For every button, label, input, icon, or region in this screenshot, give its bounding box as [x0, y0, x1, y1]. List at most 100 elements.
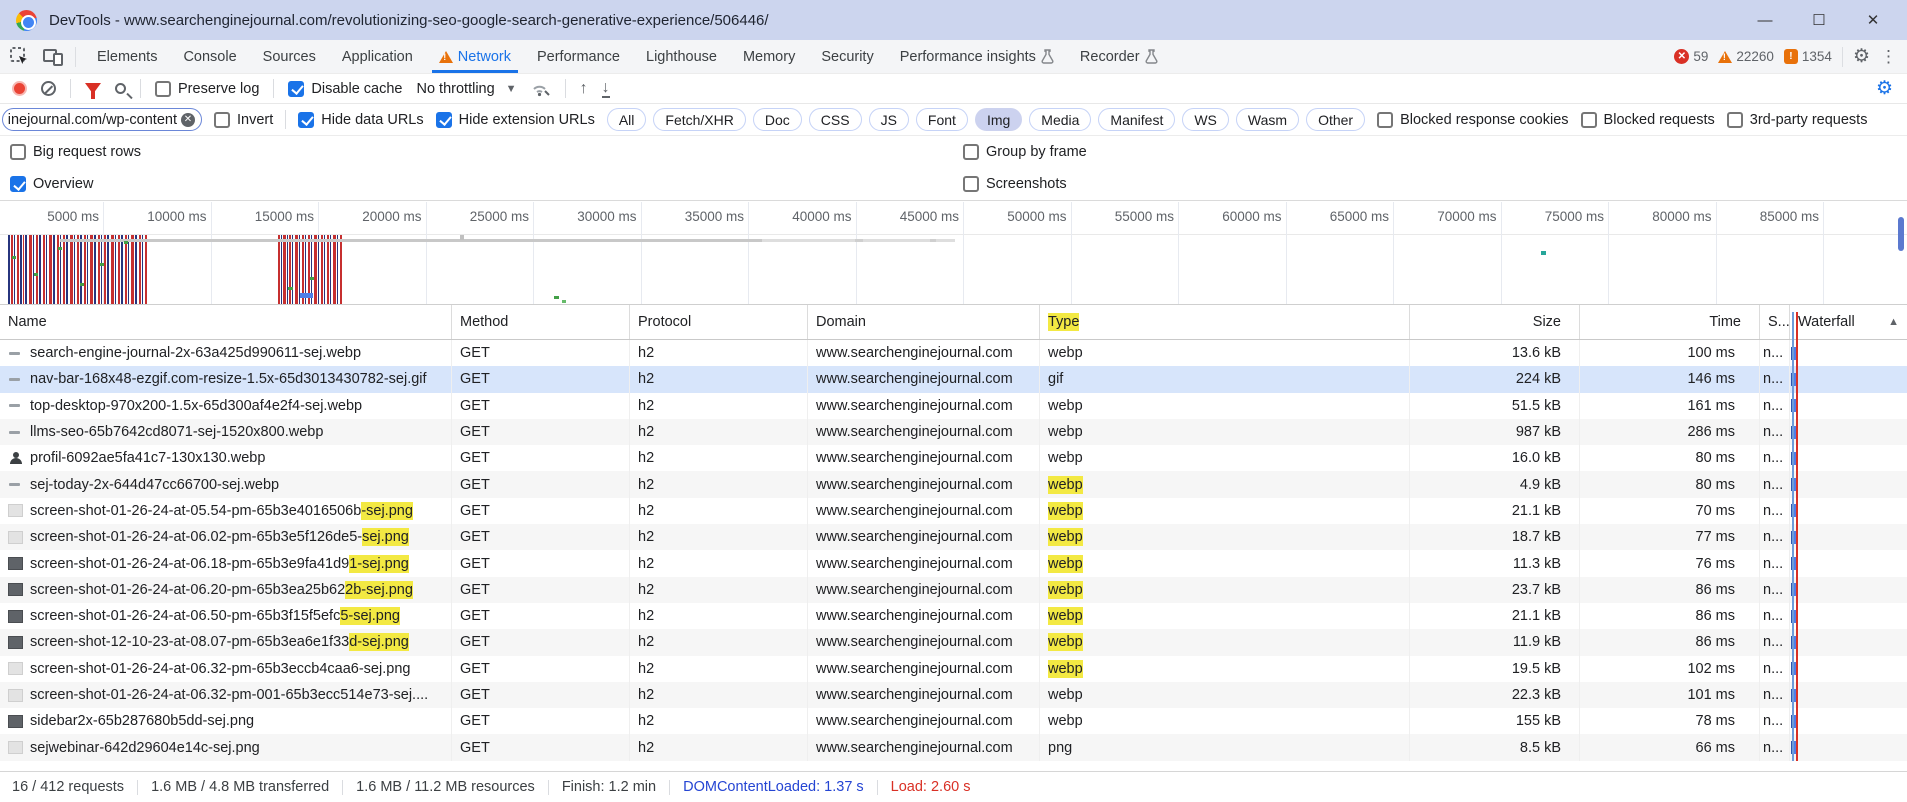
column-header-method[interactable]: Method [452, 305, 630, 339]
filter-chip-fetch-xhr[interactable]: Fetch/XHR [653, 108, 746, 131]
import-har-icon[interactable]: ↑ [580, 80, 588, 97]
column-header-s[interactable]: S... [1760, 305, 1790, 339]
request-row[interactable]: screen-shot-01-26-24-at-05.54-pm-65b3e40… [0, 497, 1907, 525]
filter-chip-ws[interactable]: WS [1182, 108, 1229, 131]
network-conditions-icon[interactable] [531, 81, 551, 97]
column-header-type[interactable]: Type [1040, 305, 1410, 339]
minimize-button[interactable]: — [1755, 12, 1775, 29]
network-settings-gear-icon[interactable]: ⚙ [1876, 77, 1893, 100]
request-row[interactable]: sejwebinar-642d29604e14c-sej.png GET h2 www… [0, 734, 1907, 761]
more-menu-icon[interactable]: ⋮ [1880, 47, 1897, 67]
checkbox-checked[interactable] [298, 111, 315, 128]
filter-chip-font[interactable]: Font [915, 108, 968, 131]
timeline-gridline [533, 202, 534, 304]
checkbox-unchecked[interactable] [963, 176, 979, 192]
tab-memory[interactable]: Memory [730, 40, 808, 73]
record-icon[interactable] [12, 81, 27, 96]
maximize-button[interactable]: ☐ [1809, 11, 1829, 29]
checkbox-unchecked[interactable] [1726, 111, 1743, 128]
checkbox-checked[interactable] [435, 111, 452, 128]
request-row[interactable]: screen-shot-01-26-24-at-06.20-pm-65b3ea2… [0, 576, 1907, 603]
tab-elements[interactable]: Elements [84, 40, 170, 73]
checkbox-unchecked[interactable] [1377, 111, 1394, 128]
filter-chip-css[interactable]: CSS [808, 108, 862, 131]
request-row[interactable]: llms-seo-65b7642cd8071-sej-1520x800.webp… [0, 418, 1907, 446]
filter-funnel-icon[interactable] [85, 83, 101, 99]
overview-scrollbar-thumb[interactable] [1898, 217, 1904, 251]
invert-checkbox[interactable]: Invert [214, 111, 273, 128]
disable-cache-checkbox[interactable]: Disable cache [288, 80, 402, 97]
request-row[interactable]: screen-shot-01-26-24-at-06.50-pm-65b3f15… [0, 602, 1907, 630]
column-header-waterfall[interactable]: Waterfall ▲ [1790, 305, 1907, 339]
export-har-icon[interactable]: ↓ [601, 79, 610, 98]
domcontentloaded-marker-line [1792, 312, 1794, 761]
third-party-requests-checkbox[interactable]: 3rd-party requests [1726, 111, 1867, 128]
blocked-requests-checkbox[interactable]: Blocked requests [1580, 111, 1715, 128]
network-overview-timeline[interactable]: 5000 ms 10000 ms 15000 ms 20000 ms 25000 ms 3… [0, 200, 1907, 305]
filter-chip-media[interactable]: Media [1029, 108, 1092, 131]
request-row[interactable]: sej-today-2x-644d47cc66700-sej.webp GET h2… [0, 471, 1907, 498]
request-row[interactable]: screen-shot-01-26-24-at-06.32-pm-001-65b… [0, 681, 1907, 709]
request-row[interactable]: screen-shot-01-26-24-at-06.18-pm-65b3e9f… [0, 550, 1907, 577]
tab-recorder[interactable]: Recorder [1067, 40, 1171, 73]
request-row[interactable]: screen-shot-12-10-23-at-08.07-pm-65b3ea6… [0, 629, 1907, 656]
filter-chip-doc[interactable]: Doc [752, 108, 802, 131]
column-header-size[interactable]: Size [1410, 305, 1580, 339]
checkbox-unchecked[interactable] [214, 111, 230, 128]
checkbox-unchecked[interactable] [155, 80, 171, 97]
group-by-frame-checkbox[interactable]: Group by frame [963, 144, 1087, 160]
checkbox-unchecked[interactable] [1580, 111, 1597, 128]
tab-security[interactable]: Security [808, 40, 886, 73]
issues-count-badge[interactable]: ! 1354 [1783, 49, 1832, 64]
inspect-icon[interactable] [10, 47, 29, 66]
filter-chip-all[interactable]: All [606, 108, 647, 131]
filter-chip-manifest[interactable]: Manifest [1098, 108, 1176, 131]
column-header-name[interactable]: Name [0, 305, 452, 339]
tab-application[interactable]: Application [329, 40, 426, 73]
big-request-rows-checkbox[interactable]: Big request rows [10, 144, 141, 160]
checkbox-unchecked[interactable] [10, 144, 26, 160]
filter-chip-other[interactable]: Other [1306, 108, 1366, 131]
request-row[interactable]: search-engine-journal-2x-63a425d990611-s… [0, 340, 1907, 367]
filter-chip-js[interactable]: JS [868, 108, 909, 131]
settings-gear-icon[interactable]: ⚙ [1853, 47, 1870, 66]
filter-input[interactable]: inejournal.com/wp-content ✕ [2, 108, 202, 131]
screenshots-checkbox[interactable]: Screenshots [963, 176, 1067, 192]
request-row[interactable]: screen-shot-01-26-24-at-06.32-pm-65b3ecc… [0, 655, 1907, 682]
error-count-badge[interactable]: ✕ 59 [1674, 49, 1708, 64]
request-row[interactable]: screen-shot-01-26-24-at-06.02-pm-65b3e5f… [0, 524, 1907, 551]
search-icon[interactable] [115, 83, 126, 94]
blocked-cookies-checkbox[interactable]: Blocked response cookies [1377, 111, 1569, 128]
request-row[interactable]: top-desktop-970x200-1.5x-65d300af4e2f4-s… [0, 392, 1907, 419]
request-row[interactable]: profil-6092ae5fa41c7-130x130.webp GET h2 ww… [0, 445, 1907, 472]
request-name-text: screen-shot-12-10-23-at-08.07-pm-65b3ea6… [30, 634, 350, 651]
hide-extension-urls-checkbox[interactable]: Hide extension URLs [435, 111, 595, 128]
filter-chip-wasm[interactable]: Wasm [1235, 108, 1300, 131]
column-header-domain[interactable]: Domain [808, 305, 1040, 339]
tab-performance[interactable]: Performance [524, 40, 633, 73]
throttling-dropdown[interactable]: No throttling ▼ [416, 81, 516, 97]
overview-request-stripe [281, 235, 282, 304]
checkbox-checked[interactable] [10, 176, 26, 192]
tab-network[interactable]: Network [426, 40, 524, 73]
close-button[interactable]: ✕ [1863, 11, 1883, 29]
checkbox-unchecked[interactable] [963, 144, 979, 160]
tab-console[interactable]: Console [170, 40, 249, 73]
divider [1841, 46, 1843, 67]
warning-count-badge[interactable]: 22260 [1718, 49, 1774, 64]
clear-filter-icon[interactable]: ✕ [181, 112, 195, 127]
hide-data-urls-checkbox[interactable]: Hide data URLs [298, 111, 424, 128]
overview-checkbox[interactable]: Overview [10, 176, 93, 192]
preserve-log-checkbox[interactable]: Preserve log [155, 80, 259, 97]
tab-performance-insights[interactable]: Performance insights [887, 40, 1067, 73]
column-header-protocol[interactable]: Protocol [630, 305, 808, 339]
column-header-time[interactable]: Time [1580, 305, 1760, 339]
tab-lighthouse[interactable]: Lighthouse [633, 40, 730, 73]
request-row[interactable]: nav-bar-168x48-ezgif.com-resize-1.5x-65d… [0, 366, 1907, 393]
device-toolbar-icon[interactable] [43, 48, 63, 66]
tab-sources[interactable]: Sources [250, 40, 329, 73]
clear-icon[interactable] [41, 81, 56, 96]
checkbox-checked[interactable] [288, 80, 305, 97]
filter-chip-img[interactable]: Img [974, 108, 1023, 131]
request-row[interactable]: sidebar2x-65b287680b5dd-sej.png GET h2 www.… [0, 708, 1907, 735]
